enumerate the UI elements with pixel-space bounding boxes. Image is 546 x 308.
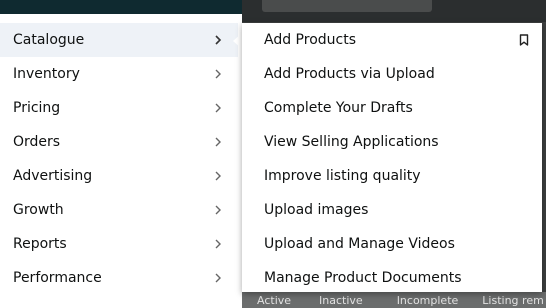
submenu-pointer (233, 34, 241, 48)
nav-menu: Catalogue Inventory Pricing Orders Adver… (0, 23, 238, 308)
submenu-item-label: Add Products via Upload (264, 66, 435, 82)
stage: Active Inactive Incomplete Listing rem C… (0, 0, 546, 308)
submenu-item-view-selling-applications[interactable]: View Selling Applications (242, 125, 542, 159)
chevron-right-icon (215, 239, 221, 249)
tab-incomplete[interactable]: Incomplete (363, 294, 459, 307)
bookmark-icon[interactable] (519, 34, 529, 46)
nav-item-label: Pricing (13, 100, 61, 116)
chevron-right-icon (215, 137, 221, 147)
nav-item-reports[interactable]: Reports (0, 227, 238, 261)
search-box-background (262, 0, 432, 12)
submenu-item-label: Complete Your Drafts (264, 100, 413, 116)
nav-item-advertising[interactable]: Advertising (0, 159, 238, 193)
nav-item-growth[interactable]: Growth (0, 193, 238, 227)
chevron-right-icon (215, 103, 221, 113)
chevron-right-icon (215, 35, 222, 45)
nav-item-label: Catalogue (13, 32, 85, 48)
submenu-item-label: Upload images (264, 202, 369, 218)
chevron-right-icon (215, 69, 221, 79)
submenu-item-label: Improve listing quality (264, 168, 421, 184)
tab-inactive[interactable]: Inactive (291, 294, 363, 307)
nav-item-label: Inventory (13, 66, 80, 82)
tab-listing-removed[interactable]: Listing rem (458, 294, 544, 307)
nav-item-pricing[interactable]: Pricing (0, 91, 238, 125)
nav-item-inventory[interactable]: Inventory (0, 57, 238, 91)
submenu-item-manage-product-documents[interactable]: Manage Product Documents (242, 261, 542, 295)
submenu-item-add-products-via-upload[interactable]: Add Products via Upload (242, 57, 542, 91)
submenu-item-add-products[interactable]: Add Products (242, 23, 542, 57)
submenu-item-label: Add Products (264, 32, 357, 48)
nav-item-label: Performance (13, 270, 102, 286)
submenu-item-improve-listing-quality[interactable]: Improve listing quality (242, 159, 542, 193)
nav-item-label: Reports (13, 236, 67, 252)
nav-item-label: Orders (13, 134, 61, 150)
nav-item-performance[interactable]: Performance (0, 261, 238, 295)
nav-item-label: Growth (13, 202, 64, 218)
nav-item-label: Advertising (13, 168, 93, 184)
submenu-item-complete-drafts[interactable]: Complete Your Drafts (242, 91, 542, 125)
nav-item-orders[interactable]: Orders (0, 125, 238, 159)
submenu-item-label: Upload and Manage Videos (264, 236, 455, 252)
submenu-item-label: Manage Product Documents (264, 270, 462, 286)
nav-item-catalogue[interactable]: Catalogue (0, 23, 238, 57)
chevron-right-icon (215, 171, 221, 181)
submenu-item-label: View Selling Applications (264, 134, 439, 150)
tab-active[interactable]: Active (242, 294, 291, 307)
catalogue-submenu: Add Products Add Products via Upload Com… (242, 23, 542, 292)
submenu-item-upload-images[interactable]: Upload images (242, 193, 542, 227)
submenu-item-upload-manage-videos[interactable]: Upload and Manage Videos (242, 227, 542, 261)
chevron-right-icon (215, 205, 221, 215)
chevron-right-icon (215, 273, 221, 283)
